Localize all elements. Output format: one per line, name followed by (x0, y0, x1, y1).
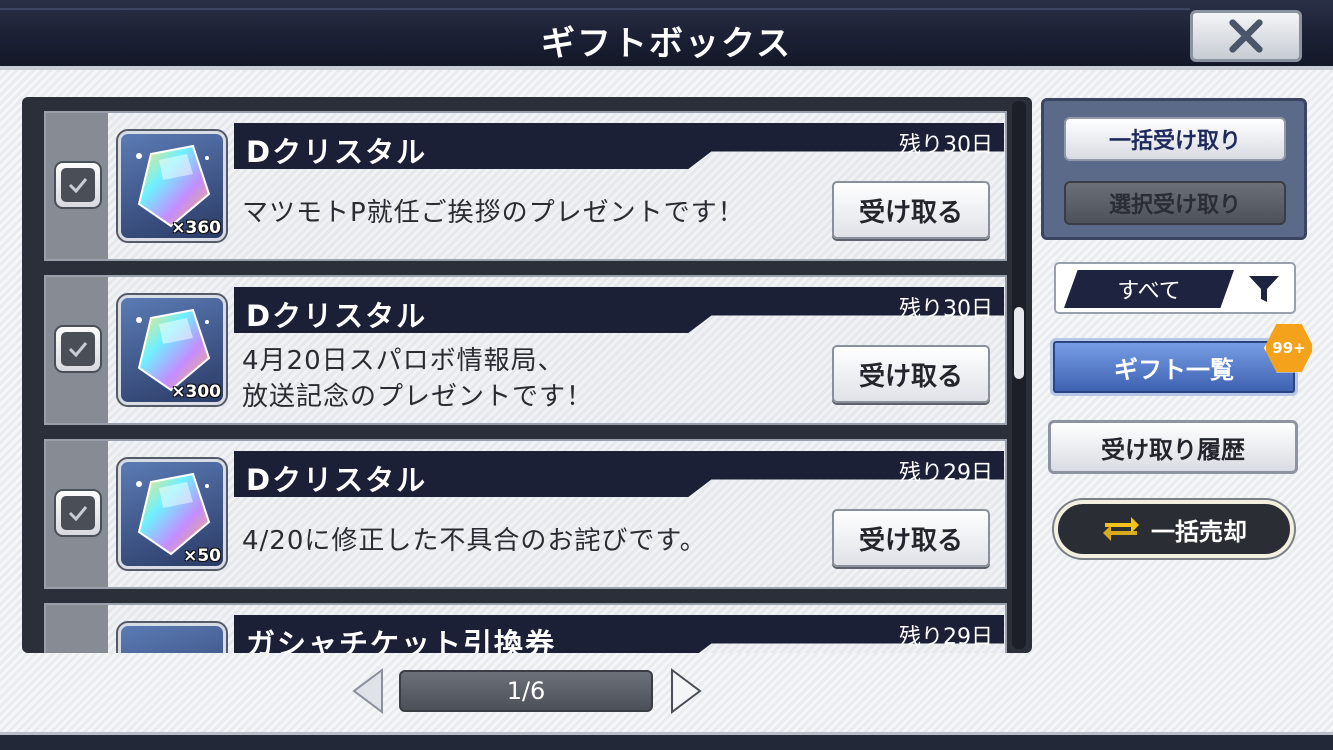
item-name: Dクリスタル (246, 463, 428, 497)
bulk-receive-button[interactable]: 一括受け取り (1064, 117, 1286, 161)
bulk-sell-button[interactable]: 一括売却 (1054, 500, 1294, 558)
checkbox-column (46, 277, 108, 423)
receive-button[interactable]: 受け取る (832, 181, 990, 239)
item-quantity: ×50 (183, 546, 221, 566)
remaining-days: 残り29日 (899, 625, 993, 650)
checkbox-column (46, 441, 108, 587)
close-button[interactable] (1190, 10, 1302, 62)
remaining-days: 残り30日 (899, 133, 993, 158)
close-icon (1229, 19, 1263, 53)
scrollbar-thumb[interactable] (1014, 307, 1024, 379)
receive-button[interactable]: 受け取る (832, 345, 990, 403)
gift-list-panel: ×360 Dクリスタル 残り30日 マツモトP就任ご挨拶のプレゼントです！ 受け… (22, 97, 1032, 653)
page-indicator: 1/6 (399, 670, 653, 712)
item-description: マツモトP就任ご挨拶のプレゼントです！ (242, 198, 745, 228)
page-next-icon[interactable] (668, 667, 704, 715)
filter-dropdown[interactable]: すべて (1054, 262, 1296, 314)
select-receive-button[interactable]: 選択受け取り (1064, 181, 1286, 225)
check-icon (68, 342, 88, 358)
page-title: ギフトボックス (541, 24, 792, 64)
header-divider (0, 8, 1190, 10)
receive-button[interactable]: 受け取る (832, 509, 990, 567)
description-line: 放送記念のプレゼントです！ (242, 382, 594, 412)
item-name: Dクリスタル (246, 299, 428, 333)
item-name: ガシャチケット引換券 (246, 627, 557, 653)
gift-list-button[interactable]: ギフト一覧 (1050, 338, 1298, 396)
gift-checkbox[interactable] (54, 489, 102, 537)
checkbox-column (46, 113, 108, 259)
filter-icon (1249, 276, 1279, 302)
crystal-item-icon: ×300 (116, 293, 228, 407)
checkbox-column (46, 605, 108, 653)
crystal-item-icon: ×360 (116, 129, 228, 243)
item-name: Dクリスタル (246, 135, 428, 169)
receive-actions-panel: 一括受け取り 選択受け取り (1041, 98, 1307, 240)
check-icon (68, 178, 88, 194)
gift-item: ×300 Dクリスタル 残り30日 4月20日スパロボ情報局、 放送記念のプレゼ… (44, 275, 1007, 425)
page-prev-icon[interactable] (350, 667, 386, 715)
receive-history-button[interactable]: 受け取り履歴 (1048, 420, 1298, 474)
gift-item: ×50 Dクリスタル 残り29日 4/20に修正した不具合のお詫びです。 受け取… (44, 439, 1007, 589)
remaining-days: 残り29日 (899, 461, 993, 486)
gift-item: ×360 Dクリスタル 残り30日 マツモトP就任ご挨拶のプレゼントです！ 受け… (44, 111, 1007, 261)
ticket-item-icon (116, 621, 228, 653)
bulk-sell-label: 一括売却 (1151, 517, 1247, 546)
remaining-days: 残り30日 (899, 297, 993, 322)
footer-bar (0, 732, 1333, 750)
item-quantity: ×360 (171, 218, 221, 238)
item-description: 4/20に修正した不具合のお詫びです。 (242, 526, 707, 556)
gift-item: ガシャチケット引換券 残り29日 (44, 603, 1007, 653)
item-description: 4月20日スパロボ情報局、 放送記念のプレゼントです！ (242, 343, 593, 415)
gift-checkbox[interactable] (54, 325, 102, 373)
swap-arrows-icon (1103, 517, 1139, 541)
gift-list[interactable]: ×360 Dクリスタル 残り30日 マツモトP就任ご挨拶のプレゼントです！ 受け… (44, 111, 1007, 653)
item-quantity: ×300 (171, 382, 221, 402)
gift-checkbox[interactable] (54, 161, 102, 209)
description-line: 4月20日スパロボ情報局、 (242, 346, 565, 376)
filter-label: すべて (1064, 270, 1234, 308)
check-icon (68, 506, 88, 522)
crystal-item-icon: ×50 (116, 457, 228, 571)
header-bar: ギフトボックス (0, 0, 1333, 70)
